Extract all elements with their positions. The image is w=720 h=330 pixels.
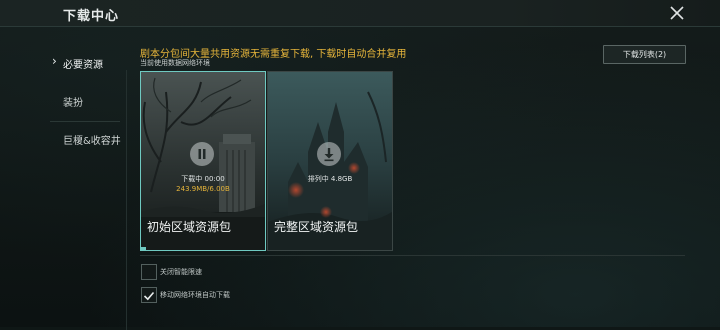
pack-status-size: 243.9MB/6.00B	[176, 185, 230, 193]
sidebar-item-required-resources[interactable]: › 必要资源	[0, 45, 126, 83]
title-bar: 下载中心	[0, 0, 720, 27]
content-divider	[126, 70, 127, 330]
checkmark-icon	[143, 291, 155, 301]
download-list-button[interactable]: 下载列表(2)	[603, 45, 686, 64]
sidebar-item-label: 巨榎&收容井	[63, 136, 121, 147]
pack-status-queued: 排列中 4.8GB	[307, 175, 353, 183]
sidebar-item-containment-well[interactable]: 巨榎&收容井	[0, 121, 126, 159]
network-status: 当前使用数据网络环境	[140, 59, 210, 67]
sidebar: › 必要资源 装扮 巨榎&收容井	[0, 45, 126, 159]
download-progress-bar	[141, 247, 146, 250]
pack-name: 初始区域资源包	[147, 220, 232, 234]
page-title: 下载中心	[63, 9, 120, 24]
pause-button[interactable]	[190, 142, 214, 166]
sidebar-item-label: 装扮	[63, 98, 83, 109]
options-divider	[140, 255, 685, 256]
close-icon[interactable]	[668, 4, 686, 22]
smart-throttle-label: 关闭智能限速	[160, 268, 202, 276]
download-icon	[324, 148, 334, 162]
pause-icon	[198, 149, 206, 159]
pack-status-time: 下载中 00:00	[181, 175, 225, 183]
pack-card-initial[interactable]: 下载中 00:00 243.9MB/6.00B 初始区域资源包	[140, 71, 266, 251]
mobile-auto-download-checkbox[interactable]	[141, 287, 157, 303]
mobile-auto-download-label: 移动网络环境自动下载	[160, 291, 230, 299]
sidebar-item-label: 必要资源	[63, 60, 103, 71]
download-button[interactable]	[317, 142, 341, 166]
chevron-right-icon: ›	[52, 54, 57, 68]
pack-card-full[interactable]: 排列中 4.8GB 完整区域资源包	[267, 71, 393, 251]
sidebar-item-outfits[interactable]: 装扮	[0, 83, 126, 121]
pack-name: 完整区域资源包	[274, 220, 359, 234]
smart-throttle-checkbox[interactable]	[141, 264, 157, 280]
